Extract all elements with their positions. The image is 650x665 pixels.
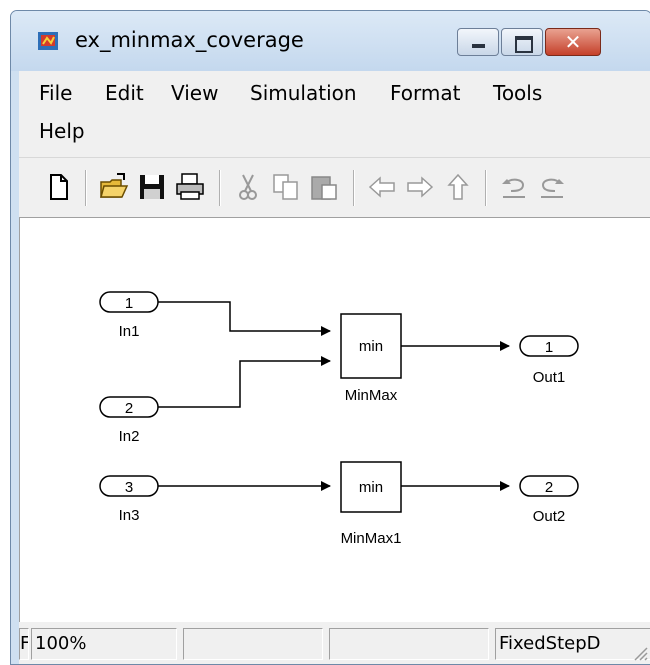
inport-1-number: 1 [125, 295, 133, 312]
inport-1[interactable]: 1 In1 [99, 291, 159, 340]
inport-3-number: 3 [125, 479, 133, 496]
signal-line-in2[interactable] [158, 356, 331, 408]
minmax-function: min [359, 338, 383, 355]
minmax1-block[interactable]: min MinMax1 [340, 461, 402, 547]
toolbar-separator [85, 170, 87, 206]
outport-2[interactable]: 2 Out2 [519, 475, 579, 525]
resize-grip-icon[interactable] [631, 644, 649, 662]
outport-2-label: Out2 [533, 508, 566, 525]
forward-icon[interactable] [405, 172, 435, 202]
model-window: ex_minmax_coverage ✕ File Edit View Simu… [10, 10, 650, 665]
maximize-button[interactable] [501, 28, 543, 56]
inport-2[interactable]: 2 In2 [99, 396, 159, 445]
print-icon[interactable] [175, 172, 205, 202]
minmax-label: MinMax [345, 387, 398, 404]
toolbar [19, 157, 650, 218]
minmax-block[interactable]: min MinMax [340, 313, 402, 404]
menu-tools[interactable]: Tools [493, 81, 542, 105]
outport-1[interactable]: 1 Out1 [519, 335, 579, 386]
outport-2-number: 2 [545, 479, 553, 496]
zoom-level: 100% [31, 628, 177, 660]
inport-1-label: In1 [119, 323, 140, 340]
status-bar: F 100% FixedStepD [19, 622, 650, 664]
block-diagram: 1 In1 2 In2 3 In3 min MinMax min MinMax1… [99, 291, 579, 547]
paste-icon[interactable] [309, 172, 339, 202]
toolbar-separator [353, 170, 355, 206]
status-pane [183, 628, 323, 660]
close-icon: ✕ [564, 30, 582, 54]
menu-edit[interactable]: Edit [105, 81, 144, 105]
window-title: ex_minmax_coverage [75, 28, 304, 52]
open-icon[interactable] [99, 172, 129, 202]
minmax1-function: min [359, 479, 383, 496]
inport-3-label: In3 [119, 507, 140, 524]
menu-file[interactable]: File [39, 81, 72, 105]
toolbar-separator [219, 170, 221, 206]
maximize-icon [515, 36, 533, 53]
menu-format[interactable]: Format [390, 81, 460, 105]
outport-1-number: 1 [545, 339, 553, 356]
menu-simulation[interactable]: Simulation [250, 81, 357, 105]
save-icon[interactable] [137, 172, 167, 202]
toolbar-separator [485, 170, 487, 206]
status-clipped-pane: F [19, 628, 29, 660]
minmax1-label: MinMax1 [341, 530, 402, 547]
new-icon[interactable] [43, 172, 73, 202]
simulink-app-icon [38, 32, 58, 50]
model-canvas[interactable]: 1 In1 2 In2 3 In3 min MinMax min MinMax1… [19, 217, 650, 622]
status-pane-empty [329, 628, 489, 660]
menu-bar: File Edit View Simulation Format Tools H… [19, 71, 650, 157]
solver-name: FixedStepD [495, 628, 650, 660]
title-bar[interactable]: ex_minmax_coverage ✕ [11, 11, 650, 71]
outport-1-label: Out1 [533, 369, 566, 386]
cut-icon[interactable] [233, 172, 263, 202]
minimize-icon [472, 44, 485, 48]
inport-3[interactable]: 3 In3 [99, 475, 159, 524]
back-icon[interactable] [367, 172, 397, 202]
inport-2-label: In2 [119, 428, 140, 445]
copy-icon[interactable] [271, 172, 301, 202]
redo-icon[interactable] [537, 172, 567, 202]
close-button[interactable]: ✕ [545, 28, 601, 56]
up-icon[interactable] [443, 172, 473, 202]
signal-line-in1[interactable] [158, 301, 331, 336]
inport-2-number: 2 [125, 400, 133, 417]
minimize-button[interactable] [457, 28, 499, 56]
menu-help[interactable]: Help [39, 119, 85, 143]
menu-view[interactable]: View [171, 81, 218, 105]
undo-icon[interactable] [499, 172, 529, 202]
